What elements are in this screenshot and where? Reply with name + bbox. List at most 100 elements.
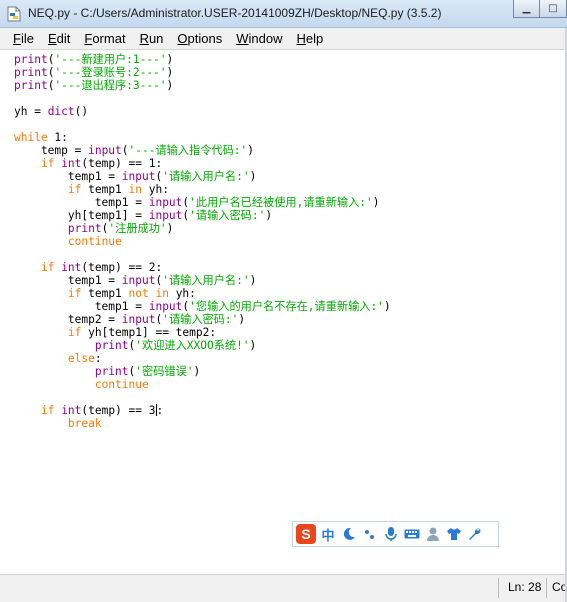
title-bar: NEQ.py - C:/Users/Administrator.USER-201… bbox=[0, 0, 567, 28]
menu-options[interactable]: Options bbox=[170, 29, 229, 49]
builtin-token: print bbox=[14, 53, 48, 66]
string-token: '注册成功' bbox=[108, 222, 167, 235]
string-token: '您输入的用户名不存在,请重新输入:' bbox=[189, 300, 384, 313]
builtin-token: print bbox=[94, 339, 129, 352]
moon-icon[interactable] bbox=[340, 525, 357, 543]
code-token: ) bbox=[166, 79, 174, 92]
minimize-button[interactable]: ▁ bbox=[513, 0, 540, 18]
code-text[interactable]: print('---新建用户:1---') print('---登录账号:2---… bbox=[14, 53, 391, 430]
wrench-icon[interactable] bbox=[466, 525, 483, 543]
menu-file[interactable]: File bbox=[6, 29, 41, 49]
builtin-token: input bbox=[121, 313, 156, 326]
code-line[interactable]: else: bbox=[14, 352, 391, 365]
code-line[interactable]: continue bbox=[14, 378, 391, 391]
code-line[interactable]: print('密码错误') bbox=[14, 365, 391, 378]
builtin-token: dict bbox=[47, 105, 75, 118]
code-token: ) bbox=[383, 300, 391, 313]
string-token: '请输入用户名:' bbox=[162, 170, 250, 183]
string-token: '请输入用户名:' bbox=[162, 274, 250, 287]
code-token: yh: bbox=[168, 287, 196, 300]
code-line[interactable]: break bbox=[14, 417, 391, 430]
code-token: (temp) == 2: bbox=[81, 261, 163, 274]
menu-edit[interactable]: Edit bbox=[41, 29, 77, 49]
code-token: yh[temp1] = bbox=[14, 209, 149, 222]
code-token: : bbox=[94, 352, 102, 365]
status-bar: Ln: 28 Co bbox=[0, 574, 567, 602]
maximize-icon: □ bbox=[548, 3, 558, 14]
user-icon[interactable] bbox=[424, 525, 441, 543]
code-line[interactable] bbox=[14, 92, 391, 105]
code-line[interactable]: print('---新建用户:1---') bbox=[14, 53, 391, 66]
code-editor[interactable]: print('---新建用户:1---') print('---登录账号:2---… bbox=[0, 50, 567, 574]
code-line[interactable]: temp1 = input('此用户名已经被使用,请重新输入:') bbox=[14, 196, 391, 209]
window-title: NEQ.py - C:/Users/Administrator.USER-201… bbox=[28, 6, 442, 20]
string-token: '此用户名已经被使用,请重新输入:' bbox=[189, 196, 373, 209]
maximize-button[interactable]: □ bbox=[540, 0, 567, 18]
code-token: : bbox=[156, 404, 164, 417]
code-token: () bbox=[74, 105, 89, 118]
code-line[interactable]: temp1 = input('请输入用户名:') bbox=[14, 274, 391, 287]
code-line[interactable]: temp1 = input('请输入用户名:') bbox=[14, 170, 391, 183]
code-token: temp1 = bbox=[14, 274, 122, 287]
code-line[interactable]: yh[temp1] = input('请输入密码:') bbox=[14, 209, 391, 222]
keyboard-icon[interactable] bbox=[403, 525, 420, 543]
code-line[interactable] bbox=[14, 248, 391, 261]
microphone-icon[interactable] bbox=[382, 525, 399, 543]
code-token: (temp) == 1: bbox=[81, 157, 163, 170]
code-token: ) bbox=[249, 339, 257, 352]
code-line[interactable]: temp2 = input('请输入密码:') bbox=[14, 313, 391, 326]
code-token: ) bbox=[265, 209, 273, 222]
ime-mode-toggle[interactable]: 中 bbox=[320, 525, 336, 544]
menu-window[interactable]: Window bbox=[229, 29, 289, 49]
code-line[interactable]: print('---登录账号:2---') bbox=[14, 66, 391, 79]
builtin-token: input bbox=[148, 209, 183, 222]
menu-run[interactable]: Run bbox=[133, 29, 171, 49]
code-line[interactable]: if int(temp) == 1: bbox=[14, 157, 391, 170]
code-line[interactable]: print('欢迎进入XXOO系统!') bbox=[14, 339, 391, 352]
keyword-token: while bbox=[14, 131, 48, 144]
code-token: temp2 = bbox=[14, 313, 122, 326]
keyword-token: break bbox=[67, 417, 102, 430]
code-line[interactable]: continue bbox=[14, 235, 391, 248]
sogou-logo-icon[interactable]: S bbox=[296, 524, 316, 544]
builtin-token: int bbox=[61, 157, 82, 170]
code-token: temp1 = bbox=[14, 196, 149, 209]
code-line[interactable] bbox=[14, 118, 391, 131]
code-line[interactable]: temp = input('---请输入指令代码:') bbox=[14, 144, 391, 157]
builtin-token: input bbox=[121, 170, 156, 183]
code-line[interactable]: while 1: bbox=[14, 131, 391, 144]
code-line[interactable]: temp1 = input('您输入的用户名不存在,请重新输入:') bbox=[14, 300, 391, 313]
code-token: ) bbox=[238, 313, 246, 326]
code-line[interactable]: if temp1 in yh: bbox=[14, 183, 391, 196]
minimize-icon: ▁ bbox=[522, 3, 531, 14]
code-line[interactable]: print('注册成功') bbox=[14, 222, 391, 235]
code-line[interactable]: if temp1 not in yh: bbox=[14, 287, 391, 300]
string-token: '欢迎进入XXOO系统!' bbox=[135, 339, 250, 352]
code-line[interactable]: if int(temp) == 3: bbox=[14, 404, 391, 417]
code-line[interactable] bbox=[14, 391, 391, 404]
builtin-token: input bbox=[148, 300, 183, 313]
shirt-icon[interactable] bbox=[445, 525, 462, 543]
punctuation-icon[interactable] bbox=[361, 525, 378, 543]
builtin-token: print bbox=[67, 222, 102, 235]
string-token: '---请输入指令代码:' bbox=[128, 144, 248, 157]
code-line[interactable]: yh = dict() bbox=[14, 105, 391, 118]
code-token: ) bbox=[166, 53, 174, 66]
string-token: '请输入密码:' bbox=[162, 313, 239, 326]
keyword-token: continue bbox=[67, 235, 122, 248]
code-line[interactable]: if yh[temp1] == temp2: bbox=[14, 326, 391, 339]
code-line[interactable]: print('---退出程序:3---') bbox=[14, 79, 391, 92]
builtin-token: int bbox=[61, 404, 82, 417]
line-number-indicator: Ln: 28 bbox=[508, 580, 542, 594]
ime-toolbar: S 中 bbox=[292, 521, 499, 547]
code-line[interactable]: if int(temp) == 2: bbox=[14, 261, 391, 274]
string-token: '---登录账号:2---' bbox=[54, 66, 167, 79]
menu-format[interactable]: Format bbox=[77, 29, 132, 49]
string-token: '---退出程序:3---' bbox=[54, 79, 167, 92]
menu-help[interactable]: Help bbox=[290, 29, 331, 49]
code-token: ) bbox=[193, 365, 201, 378]
